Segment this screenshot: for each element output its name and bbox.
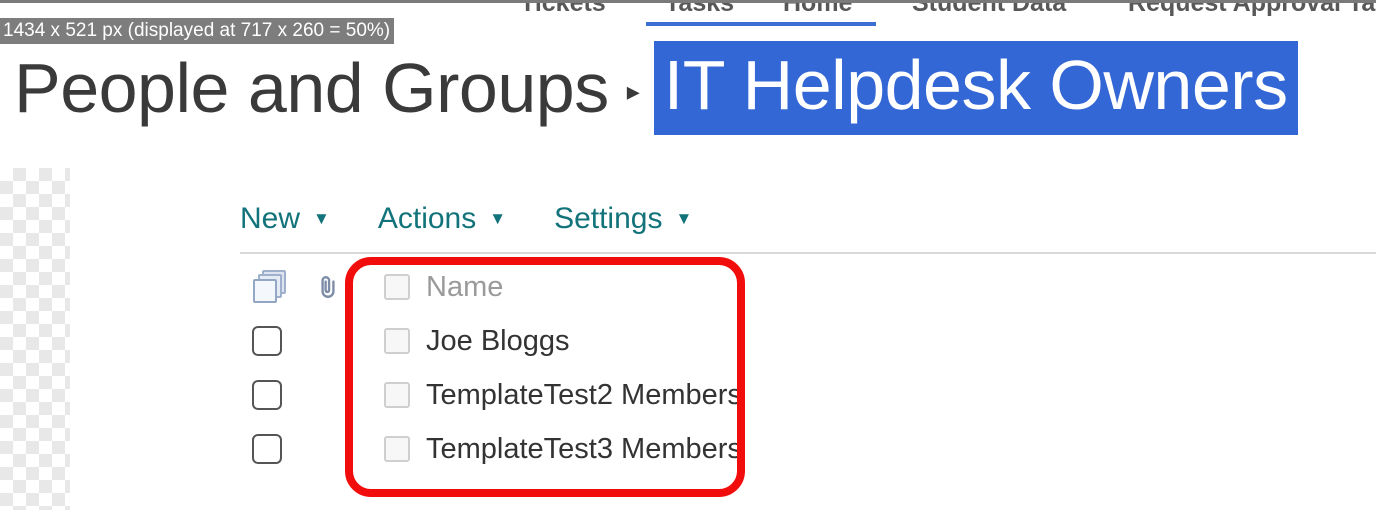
row-name-label: TemplateTest2 Members [426,378,742,411]
chevron-down-icon: ▼ [313,209,330,228]
breadcrumb-parent-link[interactable]: People and Groups [14,48,609,128]
chevron-down-icon: ▼ [675,209,693,228]
transparency-checkerboard [0,168,70,510]
nav-active-underline [646,22,876,26]
row-inline-checkbox[interactable] [384,328,410,354]
nav-item-student-data[interactable]: Student Data [912,3,1066,18]
select-all-cell[interactable] [240,270,308,304]
new-menu-button[interactable]: New ▼ [240,202,330,236]
row-select-cell[interactable] [240,326,308,356]
row-inline-checkbox[interactable] [384,382,410,408]
name-column-header[interactable]: Name [348,271,1376,304]
screenshot-canvas: Tickets Tasks Home Student Data Request … [0,0,1376,510]
table-row[interactable]: Joe Bloggs [240,314,1376,368]
row-checkbox[interactable] [252,434,282,464]
row-checkbox[interactable] [252,380,282,410]
settings-menu-label: Settings [554,202,663,235]
actions-menu-button[interactable]: Actions ▼ [378,202,506,236]
row-select-cell[interactable] [240,380,308,410]
row-name-cell[interactable]: Joe Bloggs [348,325,1376,358]
chevron-down-icon: ▼ [489,209,507,228]
actions-menu-label: Actions [377,202,477,235]
nav-item-tickets[interactable]: Tickets [520,3,606,18]
page-title: IT Helpdesk Owners [653,41,1298,135]
row-checkbox[interactable] [252,326,282,356]
stacked-documents-icon[interactable] [252,270,286,304]
table-row[interactable]: TemplateTest2 Members [240,368,1376,422]
attachment-column-header[interactable] [308,272,348,302]
row-inline-checkbox[interactable] [384,436,410,462]
row-select-cell[interactable] [240,434,308,464]
nav-item-home[interactable]: Home [783,3,852,18]
row-name-label: TemplateTest3 Members [426,432,742,465]
image-size-tooltip: 1434 x 521 px (displayed at 717 x 260 = … [0,18,395,44]
list-toolbar: New ▼ Actions ▼ Settings ▼ [240,196,740,242]
header-checkbox[interactable] [384,274,410,300]
paperclip-icon [321,276,335,298]
row-name-label: Joe Bloggs [426,324,570,357]
table-row[interactable]: TemplateTest3 Members [240,422,1376,476]
name-column-label: Name [426,270,504,303]
list-header-divider [240,252,1376,254]
row-name-cell[interactable]: TemplateTest2 Members [348,379,1376,412]
nav-item-tasks[interactable]: Tasks [665,3,734,18]
row-name-cell[interactable]: TemplateTest3 Members [348,433,1376,466]
chevron-right-icon: ▸ [626,75,640,106]
new-menu-label: New [240,202,301,235]
list-header-row: Name [240,260,1376,314]
breadcrumb: People and Groups ▸ IT Helpdesk Owners [14,41,1298,135]
settings-menu-button[interactable]: Settings ▼ [554,202,692,236]
nav-item-request-approval-task[interactable]: Request Approval Task [1128,3,1376,18]
